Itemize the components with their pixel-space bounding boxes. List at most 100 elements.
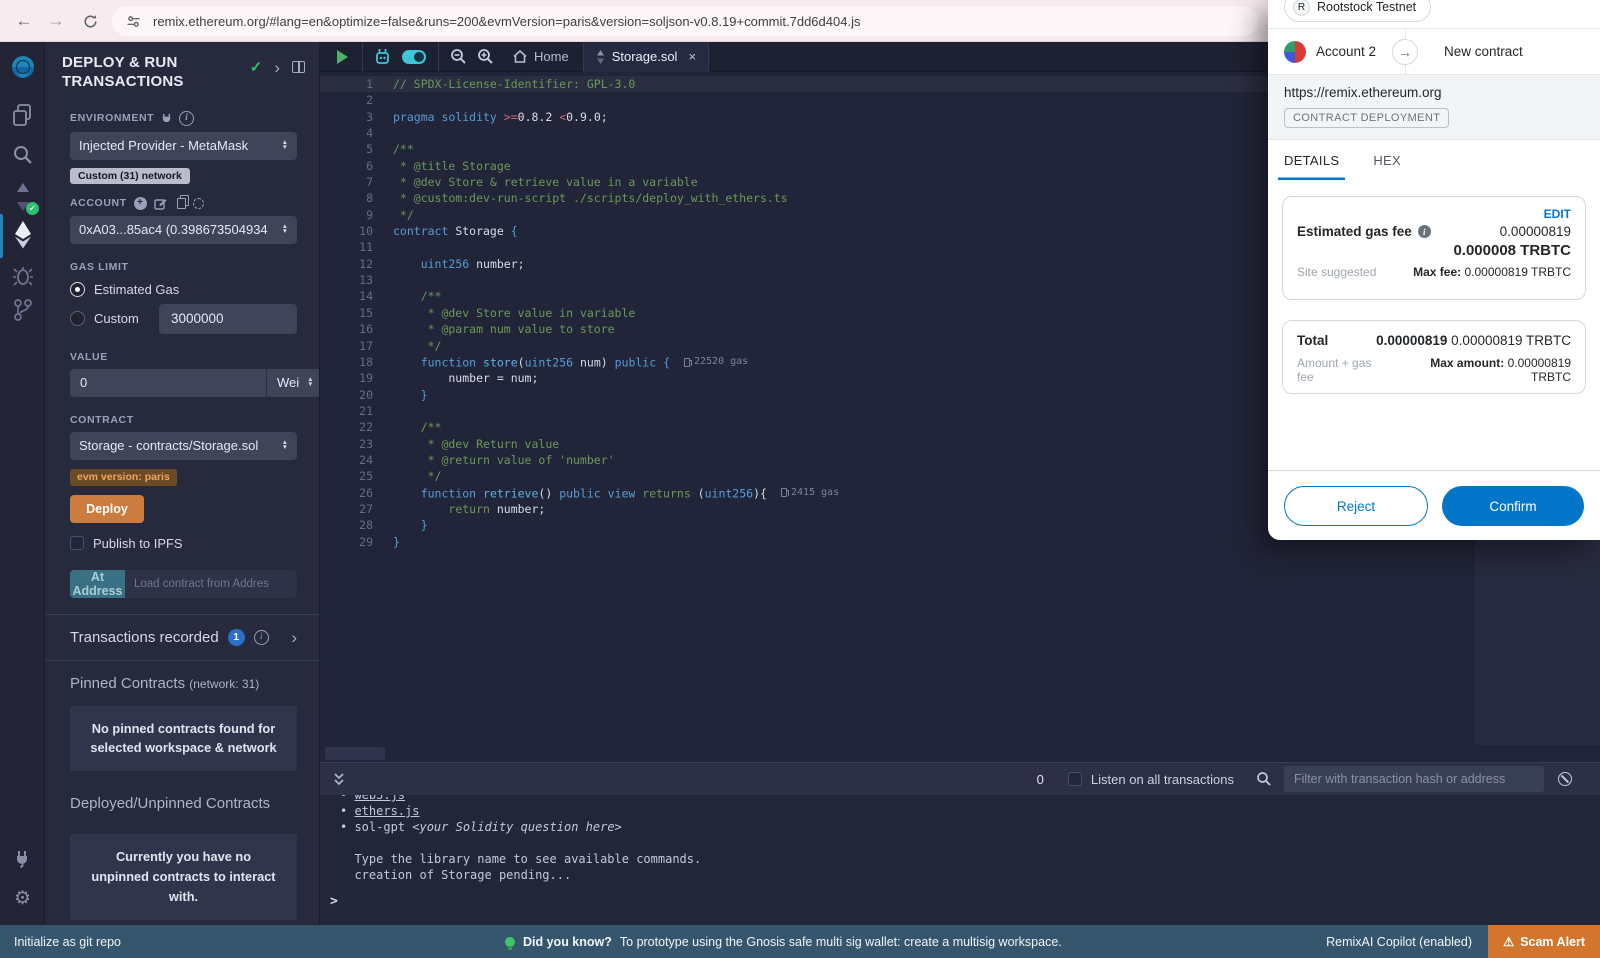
gas-limit-label: GAS LIMIT	[70, 261, 128, 273]
terminal-line: • ethers.js	[340, 803, 1600, 819]
terminal-prompt[interactable]: >	[330, 894, 338, 909]
estimated-gas-radio[interactable]	[70, 282, 85, 297]
reject-button[interactable]: Reject	[1284, 486, 1428, 526]
value-unit-select[interactable]: Wei ▲▼	[266, 369, 320, 397]
gas-info-icon[interactable]: i	[1418, 225, 1431, 238]
line-number: 13	[320, 272, 373, 288]
terminal-line: • sol-gpt <your Solidity question here>	[340, 819, 1600, 835]
transactions-recorded-section[interactable]: Transactions recorded 1 i ›	[45, 615, 319, 660]
terminal-collapse-icon[interactable]	[332, 772, 346, 787]
chevron-up-down-icon: ▲▼	[282, 441, 288, 450]
value-input[interactable]	[70, 369, 266, 397]
fuel-pump-icon	[781, 488, 787, 497]
scam-alert-button[interactable]: ⚠ Scam Alert	[1488, 925, 1600, 958]
sign-message-icon[interactable]	[154, 197, 167, 210]
url-bar[interactable]: remix.ethereum.org/#lang=en&optimize=fal…	[112, 6, 1258, 36]
environment-select[interactable]: Injected Provider - MetaMask ▲▼	[70, 132, 297, 160]
line-number: 29	[320, 534, 373, 550]
network-selector[interactable]: R Rootstock Testnet	[1284, 0, 1431, 22]
browser-back-icon[interactable]: ←	[12, 9, 36, 33]
library-link[interactable]: web3.js	[354, 795, 405, 802]
zoom-in-icon[interactable]	[477, 48, 494, 65]
pin-panel-icon[interactable]	[292, 61, 305, 73]
solidity-compiler-icon[interactable]: ✓	[0, 182, 45, 212]
line-number: 22	[320, 419, 373, 435]
account-select[interactable]: 0xA03...85ac4 (0.398673504934 ▲▼	[70, 216, 297, 244]
terminal-search-icon[interactable]	[1256, 771, 1272, 787]
line-number: 16	[320, 321, 373, 337]
max-amount: Max amount: 0.00000819 TRBTC	[1390, 356, 1571, 384]
environment-info-icon[interactable]: i	[179, 111, 194, 126]
remix-logo-icon[interactable]	[0, 54, 45, 86]
contract-select[interactable]: Storage - contracts/Storage.sol ▲▼	[70, 432, 297, 460]
line-number: 17	[320, 338, 373, 354]
plug-icon[interactable]	[161, 113, 172, 124]
debugger-icon[interactable]	[0, 264, 45, 286]
search-icon[interactable]	[0, 144, 45, 166]
site-settings-icon[interactable]	[126, 14, 141, 29]
from-account: Account 2	[1316, 44, 1376, 59]
clear-terminal-icon[interactable]	[1558, 772, 1572, 786]
terminal-line: Type the library name to see available c…	[340, 851, 1600, 867]
to-contract: New contract	[1444, 44, 1523, 59]
environment-value: Injected Provider - MetaMask	[79, 138, 282, 153]
copy-account-icon[interactable]	[177, 198, 186, 209]
confirm-button[interactable]: Confirm	[1442, 486, 1584, 526]
edit-gas-link[interactable]: EDIT	[1297, 207, 1571, 221]
source-control-icon[interactable]	[0, 298, 45, 322]
git-init-status[interactable]: Initialize as git repo	[14, 935, 121, 949]
at-address-button[interactable]: At Address	[70, 570, 125, 598]
line-number: 15	[320, 305, 373, 321]
line-number: 19	[320, 370, 373, 386]
zoom-out-icon[interactable]	[450, 48, 467, 65]
deploy-run-icon[interactable]	[0, 220, 45, 250]
terminal-filter-input[interactable]	[1284, 766, 1544, 792]
plugin-manager-icon[interactable]	[0, 848, 45, 870]
remix-ai-icon[interactable]	[373, 48, 392, 65]
copilot-status[interactable]: RemixAI Copilot (enabled)	[1326, 935, 1472, 949]
custom-gas-option[interactable]: Custom	[70, 304, 297, 334]
activity-bar: ✓ ⚙	[0, 42, 45, 925]
deploy-button[interactable]: Deploy	[70, 495, 144, 523]
horizontal-scrollbar[interactable]	[325, 747, 385, 760]
tx-type-badge: CONTRACT DEPLOYMENT	[1284, 108, 1449, 128]
transactions-count-badge: 1	[228, 629, 245, 646]
file-explorer-icon[interactable]	[0, 104, 45, 127]
library-link[interactable]: ethers.js	[354, 804, 419, 818]
tip-title: Did you know?	[523, 935, 612, 949]
transactions-expand-icon[interactable]: ›	[291, 629, 297, 646]
collapse-panel-icon[interactable]: ›	[274, 59, 280, 76]
browser-reload-icon[interactable]	[78, 9, 102, 33]
line-number: 28	[320, 517, 373, 533]
tab-hex[interactable]: HEX	[1373, 140, 1401, 180]
custom-gas-input[interactable]	[159, 304, 297, 334]
terminal-output[interactable]: • web3.js• ethers.js• sol-gpt <your Soli…	[320, 795, 1600, 925]
warning-icon: ⚠	[1503, 934, 1514, 949]
copilot-toggle[interactable]	[402, 50, 426, 64]
publish-ipfs-checkbox[interactable]	[70, 536, 84, 550]
listen-all-checkbox[interactable]	[1068, 772, 1082, 786]
line-number: 7	[320, 174, 373, 190]
pinned-contracts-empty: No pinned contracts found for selected w…	[70, 706, 297, 772]
transactions-info-icon[interactable]: i	[254, 630, 269, 645]
run-script-icon[interactable]	[337, 50, 348, 64]
terminal-line: creation of Storage pending...	[340, 867, 1600, 883]
custom-gas-radio[interactable]	[70, 311, 85, 326]
close-tab-icon[interactable]: ×	[688, 49, 696, 64]
browser-forward-icon[interactable]: →	[44, 9, 68, 33]
chevron-up-down-icon: ▲▼	[282, 225, 288, 234]
tab-details[interactable]: DETAILS	[1278, 140, 1345, 180]
estimated-gas-option[interactable]: Estimated Gas	[70, 282, 297, 297]
settings-gear-icon[interactable]: ⚙	[0, 887, 45, 910]
create-account-icon[interactable]: +	[134, 197, 147, 210]
deployed-contracts-empty: Currently you have no unpinned contracts…	[70, 834, 297, 919]
tab-storage-sol[interactable]: Storage.sol ×	[583, 42, 709, 72]
mm-footer: Reject Confirm	[1268, 470, 1600, 540]
publish-ipfs-option[interactable]: Publish to IPFS	[70, 536, 297, 551]
tab-home[interactable]: Home	[499, 42, 583, 72]
status-bar: Initialize as git repo Did you know? To …	[0, 925, 1600, 958]
value-unit: Wei	[277, 375, 299, 390]
at-address-input[interactable]	[125, 570, 297, 598]
amount-gas-hint: Amount + gas fee	[1297, 356, 1390, 384]
chevron-up-down-icon: ▲▼	[307, 378, 313, 387]
